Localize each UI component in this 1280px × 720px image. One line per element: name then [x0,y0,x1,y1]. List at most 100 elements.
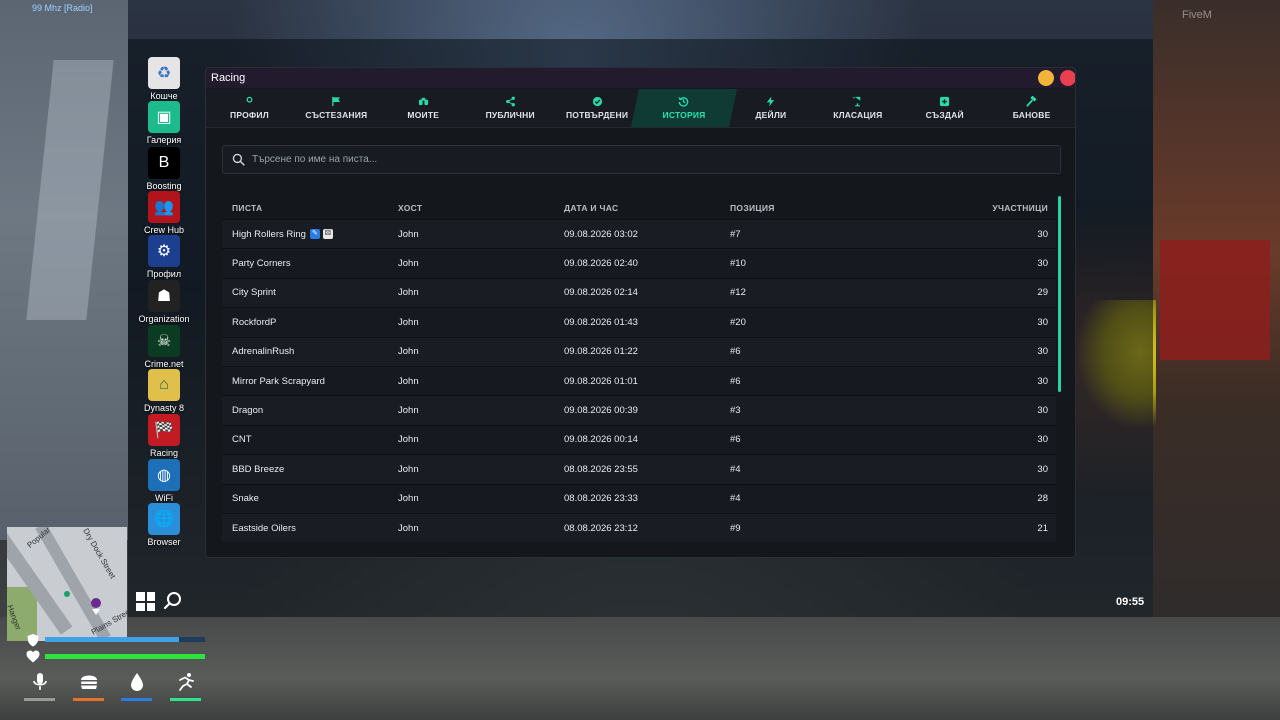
profile-icon: ⚙ [148,235,180,267]
table-row[interactable]: Party Corners John 09.08.2026 02:40 #10 30 [222,248,1056,278]
history-table: ПИСТА ХОСТ ДАТА И ЧАС ПОЗИЦИЯ УЧАСТНИЦИ … [222,196,1056,543]
datetime-cell-text: 08.08.2026 23:12 [564,522,638,534]
table-row[interactable]: Dragon John 09.08.2026 00:39 #3 30 [222,395,1056,425]
position-cell-text: #3 [730,405,741,417]
search-input[interactable] [252,154,1032,165]
datetime-cell: 09.08.2026 00:14 [554,434,720,445]
bolt-icon [765,96,776,107]
host-cell-text: John [398,493,419,505]
host-cell-text: John [398,434,419,446]
datetime-cell: 09.08.2026 01:43 [554,317,720,328]
tab-flag[interactable]: СЪСТЕЗАНИЯ [293,89,380,127]
header-participants[interactable]: УЧАСТНИЦИ [886,203,1056,213]
datetime-cell-text: 09.08.2026 00:39 [564,405,638,417]
desktop-icon-item[interactable]: 👥 Crew Hub [129,191,199,235]
host-cell: John [388,287,554,298]
host-cell-text: John [398,463,419,475]
desktop-icon-item[interactable]: ⚙ Профил [129,235,199,279]
desktop-icon-label: Organization [138,314,190,324]
desktop-icon-item[interactable]: ⌂ Dynasty 8 [129,369,199,413]
minimize-button[interactable] [1038,70,1054,86]
tab-history[interactable]: ИСТОРИЯ [640,89,728,127]
table-row[interactable]: City Sprint John 09.08.2026 02:14 #12 29 [222,277,1056,308]
track-cell: High Rollers Ring ✎ ⚄ [222,229,388,240]
datetime-cell-text: 09.08.2026 02:14 [564,287,638,299]
participants-cell: 30 [886,258,1056,269]
start-menu-icon[interactable] [136,592,155,611]
tab-label: СЪСТЕЗАНИЯ [305,110,368,120]
host-cell-text: John [398,375,419,387]
tab-label: ДЕЙЛИ [755,110,787,120]
datetime-cell: 09.08.2026 01:22 [554,346,720,357]
datetime-cell: 08.08.2026 23:33 [554,493,720,504]
host-cell: John [388,493,554,504]
datetime-cell-text: 08.08.2026 23:55 [564,463,638,475]
table-row[interactable]: AdrenalinRush John 09.08.2026 01:22 #6 30 [222,336,1056,366]
header-position[interactable]: ПОЗИЦИЯ [720,203,886,213]
minimap: Dry Dock Street Popular Hanger Plains St… [7,527,127,641]
armor-bar-fill [45,637,180,642]
taskbar-clock: 09:55 [1116,596,1145,608]
tab-binoculars[interactable]: МОИТЕ [380,89,467,127]
dice-icon[interactable]: ⚄ [322,229,333,240]
table-header: ПИСТА ХОСТ ДАТА И ЧАС ПОЗИЦИЯ УЧАСТНИЦИ [222,196,1056,219]
window-titlebar[interactable]: Racing [206,68,1075,88]
datetime-cell-text: 09.08.2026 00:14 [564,434,638,446]
tab-user[interactable]: ПРОФИЛ [206,89,293,127]
user-icon [244,96,255,107]
search-box[interactable] [222,145,1061,174]
racing-window: Racing ПРОФИЛ СЪСТЕЗАНИЯ МОИТЕ ПУБЛИЧНИ ПОТВ… [205,67,1076,558]
hud-status-bar [24,698,55,701]
desktop-icon-item[interactable]: 🌐 Browser [129,503,199,547]
host-cell: John [388,346,554,357]
datetime-cell: 09.08.2026 01:01 [554,376,720,387]
desktop-icon-item[interactable]: 🏁 Racing [129,414,199,458]
participants-cell-text: 30 [1037,463,1048,475]
track-cell-text: Mirror Park Scrapyard [232,375,325,387]
tab-bolt[interactable]: ДЕЙЛИ [727,89,814,127]
taskbar-search-icon[interactable] [163,591,183,611]
desktop-icon-item[interactable]: ◍ WiFi [129,459,199,503]
table-row[interactable]: High Rollers Ring ✎ ⚄ John 09.08.2026 03:02 #… [222,219,1056,249]
participants-cell-text: 30 [1037,434,1048,446]
table-scrollbar[interactable] [1058,196,1061,392]
table-row[interactable]: BBD Breeze John 08.08.2026 23:55 #4 30 [222,454,1056,484]
position-cell: #6 [720,376,886,387]
participants-cell: 30 [886,405,1056,416]
desktop-icon-item[interactable]: ♻ Кошче [129,57,199,101]
host-cell-text: John [398,316,419,328]
tab-label: МОИТЕ [407,110,440,120]
desktop-icon-item[interactable]: ☠ Crime.net [129,325,199,369]
desktop-icon-item[interactable]: B Boosting [129,147,199,191]
tab-share[interactable]: ПУБЛИЧНИ [467,89,554,127]
desktop-icon-item[interactable]: ☗ Organization [129,280,199,324]
table-row[interactable]: Mirror Park Scrapyard John 09.08.2026 01:0… [222,365,1056,396]
track-cell-text: CNT [232,434,252,446]
participants-cell-text: 21 [1037,522,1048,534]
header-track[interactable]: ПИСТА [222,203,388,213]
waypoint-icon [64,591,70,597]
participants-cell-text: 30 [1037,316,1048,328]
header-host[interactable]: ХОСТ [388,203,554,213]
participants-cell: 30 [886,376,1056,387]
desktop-icon-item[interactable]: ▣ Галерия [129,101,199,145]
tab-plus-square[interactable]: СЪЗДАЙ [901,89,988,127]
table-row[interactable]: Eastside Oilers John 08.08.2026 23:12 #9 21 [222,512,1056,543]
close-button[interactable] [1060,70,1075,86]
header-datetime[interactable]: ДАТА И ЧАС [554,203,720,213]
table-row[interactable]: Snake John 08.08.2026 23:33 #4 28 [222,483,1056,513]
table-row[interactable]: RockfordP John 09.08.2026 01:43 #20 30 [222,307,1056,337]
table-row[interactable]: CNT John 09.08.2026 00:14 #6 30 [222,424,1056,455]
edit-icon[interactable]: ✎ [309,229,320,240]
position-cell: #12 [720,287,886,298]
track-cell: Party Corners [222,258,388,269]
dynasty8-icon: ⌂ [148,369,180,401]
tab-check-circle[interactable]: ПОТВЪРДЕНИ [554,89,641,127]
tab-hammer[interactable]: БАНОВЕ [988,89,1075,127]
datetime-cell: 09.08.2026 00:39 [554,405,720,416]
plus-square-icon [939,96,950,107]
tab-trophy[interactable]: КЛАСАЦИЯ [814,89,901,127]
binoculars-icon [418,96,429,107]
desktop-icon-label: Boosting [146,181,182,191]
track-cell-text: RockfordP [232,316,277,328]
